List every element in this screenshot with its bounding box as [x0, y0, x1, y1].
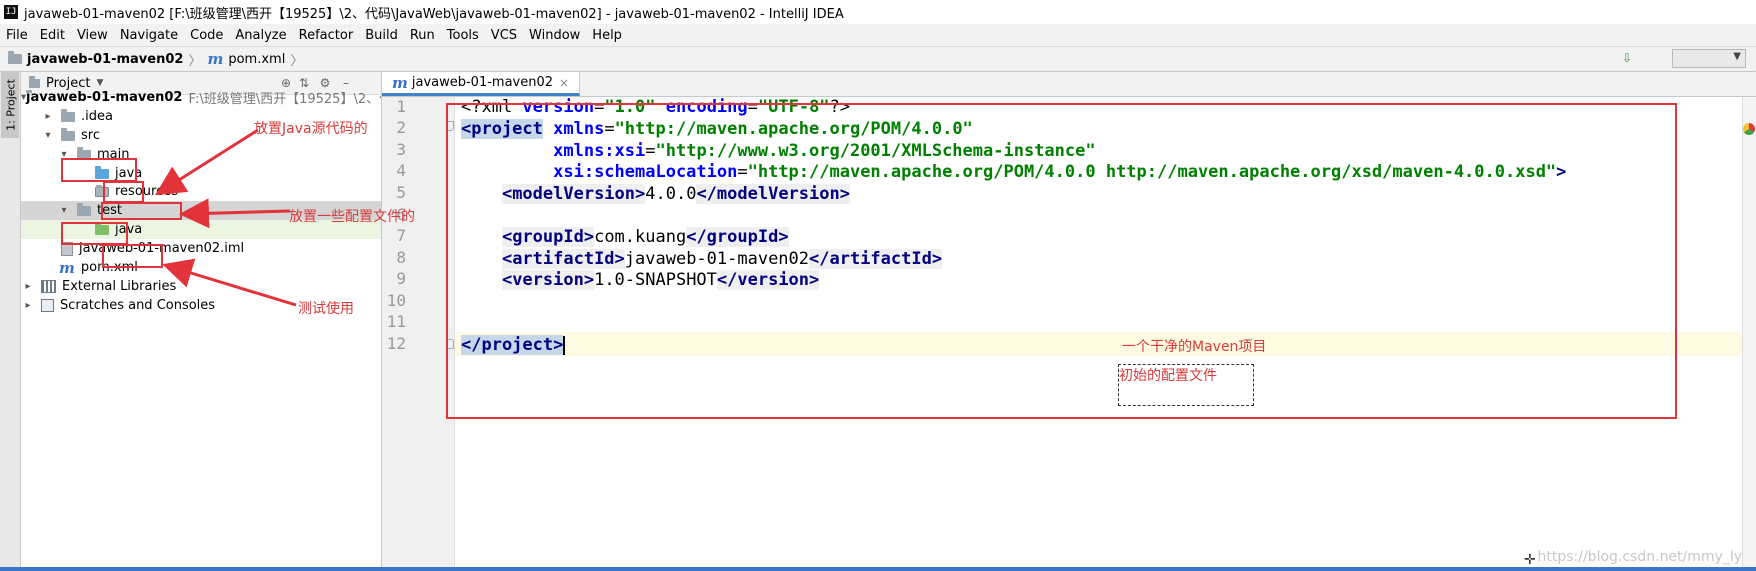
status-bar-strip [0, 567, 1756, 571]
watermark: https://blog.csdn.net/mmy_ly [1537, 549, 1743, 565]
annotation-java-source: 放置Java源代码的 [254, 121, 368, 137]
mouse-cursor-icon: ✛ [1524, 552, 1536, 568]
arrow-to-main-java [154, 128, 259, 196]
arrow-to-resources [179, 198, 291, 229]
annotation-initial-config: 初始的配置文件 [1119, 368, 1217, 384]
annotation-resources-config: 放置一些配置文件的 [289, 209, 415, 225]
annotation-test-use: 测试使用 [298, 301, 354, 317]
arrow-to-test-java [162, 258, 297, 307]
dashed-text-box: 初始的配置文件 [1118, 364, 1254, 406]
annotation-arrows [154, 128, 297, 307]
annotation-clean-project: 一个干净的Maven项目 [1122, 339, 1267, 355]
